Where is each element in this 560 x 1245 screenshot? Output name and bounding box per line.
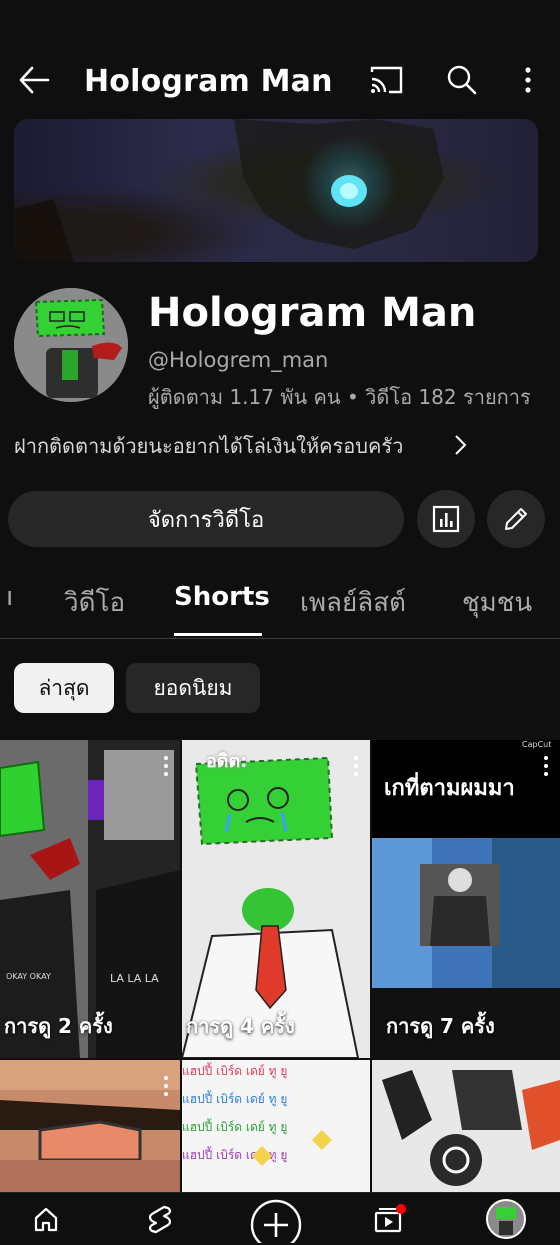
more-vert-icon[interactable] xyxy=(544,756,550,776)
chip-popular[interactable]: ยอดนิยม xyxy=(126,663,260,713)
shorts-icon[interactable] xyxy=(130,1193,190,1245)
cast-icon[interactable] xyxy=(364,60,408,100)
short-thumbnail[interactable] xyxy=(372,1060,560,1192)
more-vert-icon[interactable] xyxy=(164,756,170,776)
analytics-button[interactable] xyxy=(417,490,475,548)
channel-avatar[interactable] xyxy=(14,288,128,402)
subscriptions-icon[interactable] xyxy=(360,1193,420,1245)
short-thumbnail[interactable]: CapCut เกที่ตามผมมา การดู 7 ครั้ง xyxy=(372,740,560,1058)
short-overlay-text: เกที่ตามผมมา xyxy=(384,776,515,801)
short-view-count: การดู 7 ครั้ง xyxy=(386,1014,495,1038)
short-caption: LA LA LA xyxy=(110,972,159,985)
short-thumbnail[interactable]: OKAY OKAY LA LA LA การดู 2 ครั้ง xyxy=(0,740,180,1058)
more-vert-icon[interactable] xyxy=(164,1076,170,1096)
manage-videos-button[interactable]: จัดการวิดีโอ xyxy=(8,491,404,547)
short-overlay-text: อดิต: xyxy=(206,751,248,772)
page-title: Hologram Man xyxy=(84,64,333,99)
edit-channel-button[interactable] xyxy=(487,490,545,548)
create-plus-icon[interactable] xyxy=(246,1193,306,1245)
channel-name: Hologram Man xyxy=(148,290,477,336)
tab-videos[interactable]: วิดีโอ xyxy=(64,582,125,623)
short-caption: OKAY OKAY xyxy=(6,972,51,981)
short-view-count: การดู 4 ครั้ง xyxy=(186,1014,295,1038)
channel-description: ฝากติดตามด้วยนะอยากได้โล่เงินให้ครอบครัว xyxy=(14,434,404,458)
short-caption: CapCut xyxy=(522,740,552,749)
active-tab-indicator xyxy=(174,633,262,636)
search-icon[interactable] xyxy=(440,60,484,100)
channel-handle: @Hologrem_man xyxy=(148,348,329,372)
profile-avatar-icon[interactable] xyxy=(476,1193,536,1245)
tab-community[interactable]: ชุมชน xyxy=(462,582,532,623)
more-vert-icon[interactable] xyxy=(516,60,540,100)
analytics-icon xyxy=(432,505,460,533)
channel-tabs: ı วิดีโอ Shorts เพลย์ลิสต์ ชุมชน xyxy=(0,570,560,639)
back-arrow-icon[interactable] xyxy=(14,60,54,100)
edit-pencil-icon xyxy=(505,508,527,530)
home-icon[interactable] xyxy=(16,1193,76,1245)
chip-latest[interactable]: ล่าสุด xyxy=(14,663,114,713)
short-thumbnail[interactable]: แฮปปี้ เบิร์ด เดย์ ทู ยู แฮปปี้ เบิร์ด เ… xyxy=(182,1060,370,1192)
channel-banner xyxy=(14,119,538,262)
more-vert-icon[interactable] xyxy=(354,756,360,776)
tab-playlists[interactable]: เพลย์ลิสต์ xyxy=(300,582,406,623)
short-view-count: การดู 2 ครั้ง xyxy=(4,1014,113,1038)
short-thumbnail[interactable]: อดิต: การดู 4 ครั้ง xyxy=(182,740,370,1058)
channel-description-row[interactable]: ฝากติดตามด้วยนะอยากได้โล่เงินให้ครอบครัว xyxy=(14,426,474,462)
short-thumbnail[interactable] xyxy=(0,1060,180,1192)
chevron-right-icon xyxy=(455,435,467,455)
channel-stats: ผู้ติดตาม 1.17 พัน คน • วิดีโอ 182 รายกา… xyxy=(148,385,531,409)
bottom-nav-bar xyxy=(0,1192,560,1245)
tab-shorts[interactable]: Shorts xyxy=(174,582,270,612)
tab-partial[interactable]: ı xyxy=(6,582,13,612)
